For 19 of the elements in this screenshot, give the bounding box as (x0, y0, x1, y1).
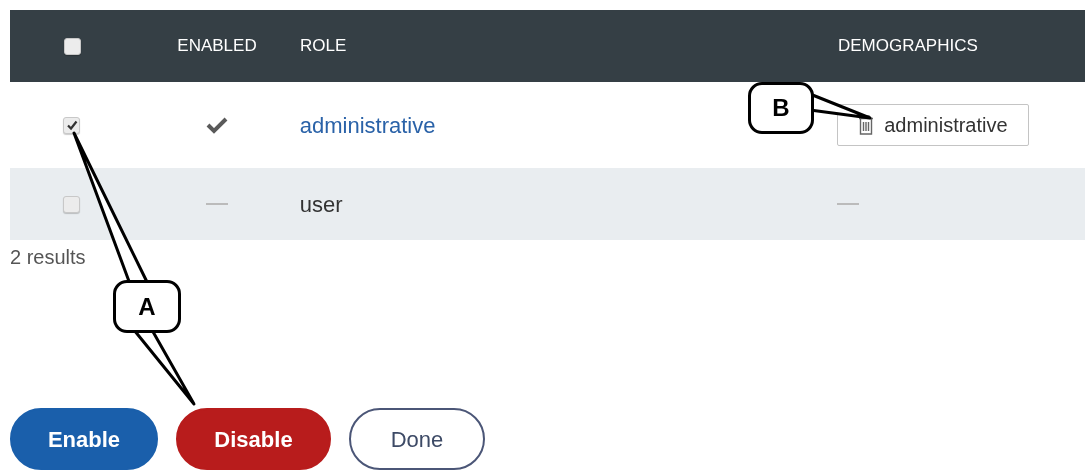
dash-icon (205, 203, 228, 205)
action-button[interactable]: Enable (10, 408, 158, 470)
callout-label: A (113, 280, 181, 333)
checkbox[interactable] (63, 37, 81, 55)
trash-icon[interactable] (858, 115, 875, 135)
result-count: 2 results (10, 246, 86, 268)
column-header: ROLE (300, 36, 347, 56)
checkmark-icon (205, 116, 228, 134)
action-button[interactable]: Done (349, 408, 485, 470)
role-link[interactable]: administrative (299, 112, 436, 138)
action-button[interactable]: Disable (176, 408, 331, 470)
dash-icon (837, 203, 860, 205)
checkbox[interactable] (63, 116, 81, 134)
column-header: ENABLED (177, 35, 257, 58)
column-header: DEMOGRAPHICS (838, 36, 978, 56)
role-text: user (299, 191, 343, 217)
demographic-tag[interactable]: administrative (837, 104, 1029, 146)
checkbox[interactable] (63, 195, 81, 213)
callout-label: B (748, 82, 814, 134)
